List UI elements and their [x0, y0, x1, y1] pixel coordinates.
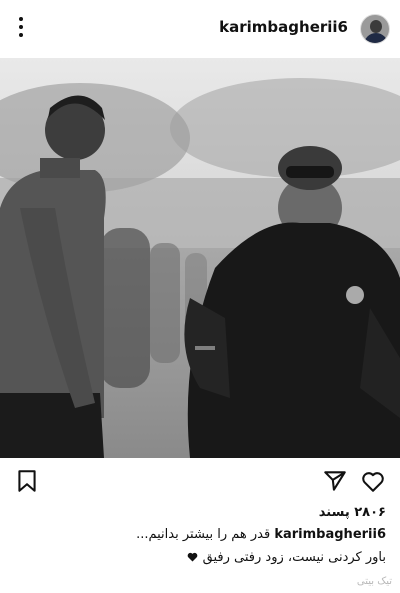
caption-text-line1: قدر هم را بیشتر بدانیم... [136, 527, 271, 542]
heart-icon[interactable] [360, 468, 386, 494]
caption: karimbagherii6 قدر هم را بیشتر بدانیم... [136, 527, 386, 542]
post-header: karimbagherii6 [0, 0, 400, 58]
watermark: تیک بیتی [356, 576, 392, 587]
black-heart-icon [187, 552, 197, 562]
caption-line-2: باور کردنی نیست، زود رفتی رفیق [184, 550, 386, 565]
more-options-icon[interactable] [14, 17, 28, 43]
send-icon[interactable] [322, 468, 348, 494]
post-actions [0, 458, 400, 504]
caption-username[interactable]: karimbagherii6 [274, 527, 386, 542]
avatar[interactable] [360, 14, 390, 44]
post-photo[interactable] [0, 58, 400, 458]
likes-count[interactable]: ۲۸۰۶ پسند [319, 505, 386, 520]
bookmark-icon[interactable] [14, 468, 40, 494]
caption-text-line2: باور کردنی نیست، زود رفتی رفیق [202, 550, 386, 565]
post-username[interactable]: karimbagherii6 [219, 18, 348, 36]
